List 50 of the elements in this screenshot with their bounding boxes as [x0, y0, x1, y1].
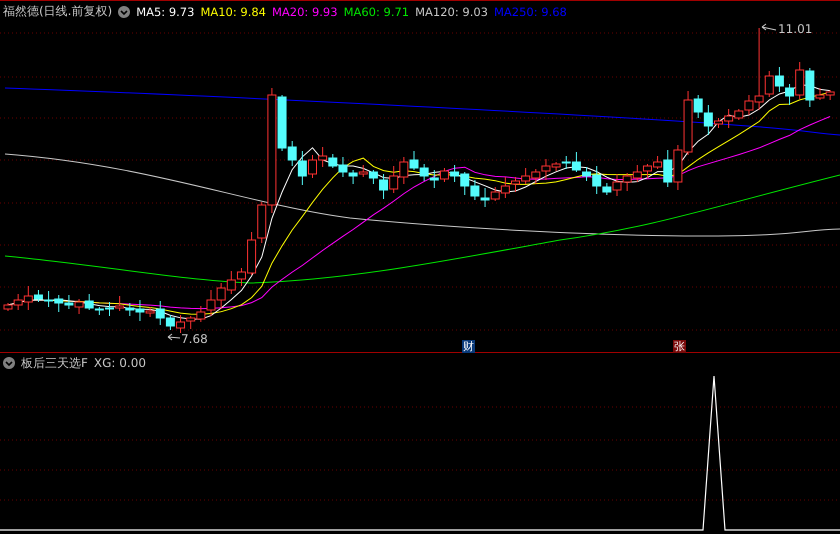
- candle: [54, 294, 64, 312]
- candle: [642, 164, 652, 178]
- candle: [774, 66, 784, 92]
- candle: [328, 154, 338, 168]
- candle: [226, 270, 236, 294]
- candle: [511, 176, 520, 192]
- candle: [358, 164, 368, 178]
- candle: [521, 168, 530, 184]
- candle: [389, 166, 398, 194]
- candle: [531, 168, 540, 184]
- candle: [399, 156, 408, 184]
- candle: [318, 146, 328, 168]
- candle: [74, 298, 84, 314]
- candle: [450, 164, 460, 182]
- candle: [480, 188, 490, 208]
- event-marker[interactable]: 财: [462, 340, 475, 353]
- event-marker[interactable]: 张: [673, 340, 686, 353]
- leader-line: [168, 334, 180, 340]
- candle: [410, 150, 418, 170]
- moving-average-reading: MA250: 9.68: [494, 4, 567, 18]
- candle: [430, 170, 439, 188]
- candle: [440, 168, 449, 182]
- high-price-label: 11.01: [778, 22, 812, 36]
- candle: [186, 316, 196, 330]
- moving-average-reading: MA20: 9.93: [272, 4, 338, 18]
- candle: [64, 294, 74, 310]
- candle: [44, 290, 54, 308]
- moving-average-reading: MA5: 9.73: [136, 4, 194, 18]
- candle: [176, 314, 186, 334]
- candle: [216, 282, 226, 310]
- leader-line: [762, 24, 776, 30]
- indicator-reading: XG: 0.00: [94, 356, 146, 370]
- dropdown-icon[interactable]: [3, 357, 15, 369]
- low-price-label: 7.68: [181, 332, 208, 346]
- candle: [115, 296, 124, 312]
- candle: [632, 164, 642, 182]
- candle: [420, 164, 429, 182]
- moving-average-reading: MA60: 9.71: [344, 4, 410, 18]
- candle: [338, 156, 348, 178]
- moving-average-reading: MA120: 9.03: [415, 4, 488, 18]
- candle: [826, 90, 835, 100]
- chart-title: 福然德(日线.前复权): [3, 3, 112, 20]
- candle: [673, 144, 682, 190]
- dropdown-icon[interactable]: [118, 6, 130, 18]
- candle: [622, 172, 632, 192]
- candle: [348, 170, 358, 184]
- indicator-title: 板后三天选F: [21, 354, 88, 372]
- candle: [470, 180, 480, 200]
- candle: [460, 172, 470, 196]
- moving-average-reading: MA10: 9.84: [200, 4, 266, 18]
